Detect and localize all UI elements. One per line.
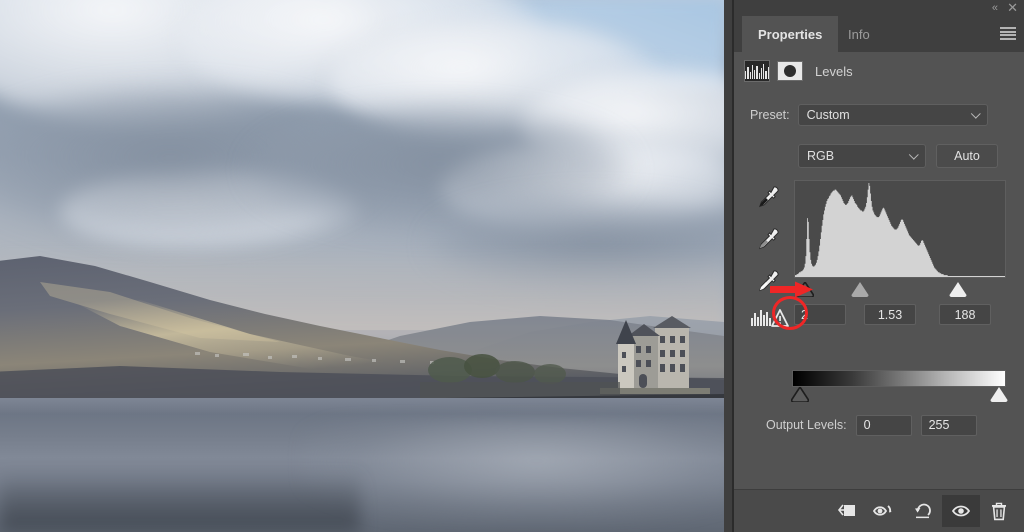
input-levels-slider-track[interactable] [794,278,1006,302]
clip-to-layer-icon [837,504,855,516]
output-levels-gradient-bar[interactable] [792,370,1006,387]
adjustment-header: Levels [734,52,1024,90]
tab-properties-label: Properties [758,26,823,42]
channel-row: RGB Auto [798,144,1018,168]
output-levels-row: Output Levels: 0 255 [766,414,1016,436]
panel-footer-toolbar [734,489,1024,532]
set-black-point-eyedropper[interactable] [752,182,782,212]
photoshop-screenshot: « ✕ Properties Info Levels Preset: Custo… [0,0,1024,532]
auto-button-label: Auto [954,149,980,163]
output-white-slider[interactable] [990,387,1008,402]
adjustment-title: Levels [815,63,853,79]
output-black-slider[interactable] [791,387,809,402]
levels-histogram[interactable] [794,180,1006,278]
trash-icon [992,502,1006,520]
preset-label: Preset: [750,108,790,122]
double-chevron-left-icon[interactable]: « [992,1,998,15]
toggle-mask-preview-button[interactable] [866,495,904,527]
tab-properties[interactable]: Properties [742,16,839,52]
tab-info[interactable]: Info [832,16,886,52]
chevron-down-icon [908,149,919,160]
preset-value: Custom [806,108,850,122]
properties-panel: « ✕ Properties Info Levels Preset: Custo… [724,0,1024,532]
clip-to-layer-button[interactable] [828,495,866,527]
delete-adjustment-layer-button[interactable] [980,495,1018,527]
channel-value: RGB [807,149,835,163]
eye-icon [951,505,971,517]
preset-select[interactable]: Custom [797,104,988,126]
midtone-input-field[interactable]: 1.53 [864,304,916,325]
output-levels-slider-track[interactable] [791,387,1008,405]
panel-left-edge [724,0,732,532]
highlight-input-slider[interactable] [949,282,967,297]
highlight-input-field[interactable]: 188 [939,304,991,325]
auto-button[interactable]: Auto [936,144,998,168]
panel-titlebar: « ✕ [734,0,1024,16]
levels-histogram-icon [744,60,770,82]
chevron-down-icon [970,108,981,119]
image-canvas[interactable] [0,0,724,532]
levels-adjustment-body: Levels Preset: Custom RGB Auto 2 1.53 18… [734,52,1024,489]
water-shadow [0,470,360,532]
reset-arrow-icon [915,503,931,519]
eye-arrow-icon [873,505,892,516]
output-levels-label: Output Levels: [766,418,847,432]
layer-mask-thumbnail-icon[interactable] [777,61,803,81]
channel-select[interactable]: RGB [798,144,926,168]
midtone-input-slider[interactable] [851,282,869,297]
reset-adjustment-button[interactable] [904,495,942,527]
panel-tab-row: Properties Info [734,16,1024,52]
hamburger-menu-icon[interactable] [1000,27,1016,40]
toggle-layer-visibility-button[interactable] [942,495,980,527]
preset-row: Preset: Custom [750,104,1012,126]
close-icon[interactable]: ✕ [1007,1,1018,15]
output-black-field[interactable]: 0 [855,414,912,436]
output-white-field[interactable]: 255 [920,414,977,436]
set-gray-point-eyedropper[interactable] [752,224,782,254]
water-reflection [300,418,724,526]
input-levels-fields: 2 1.53 188 [794,304,1014,326]
annotation-circle [772,296,808,330]
tab-info-label: Info [848,26,870,42]
